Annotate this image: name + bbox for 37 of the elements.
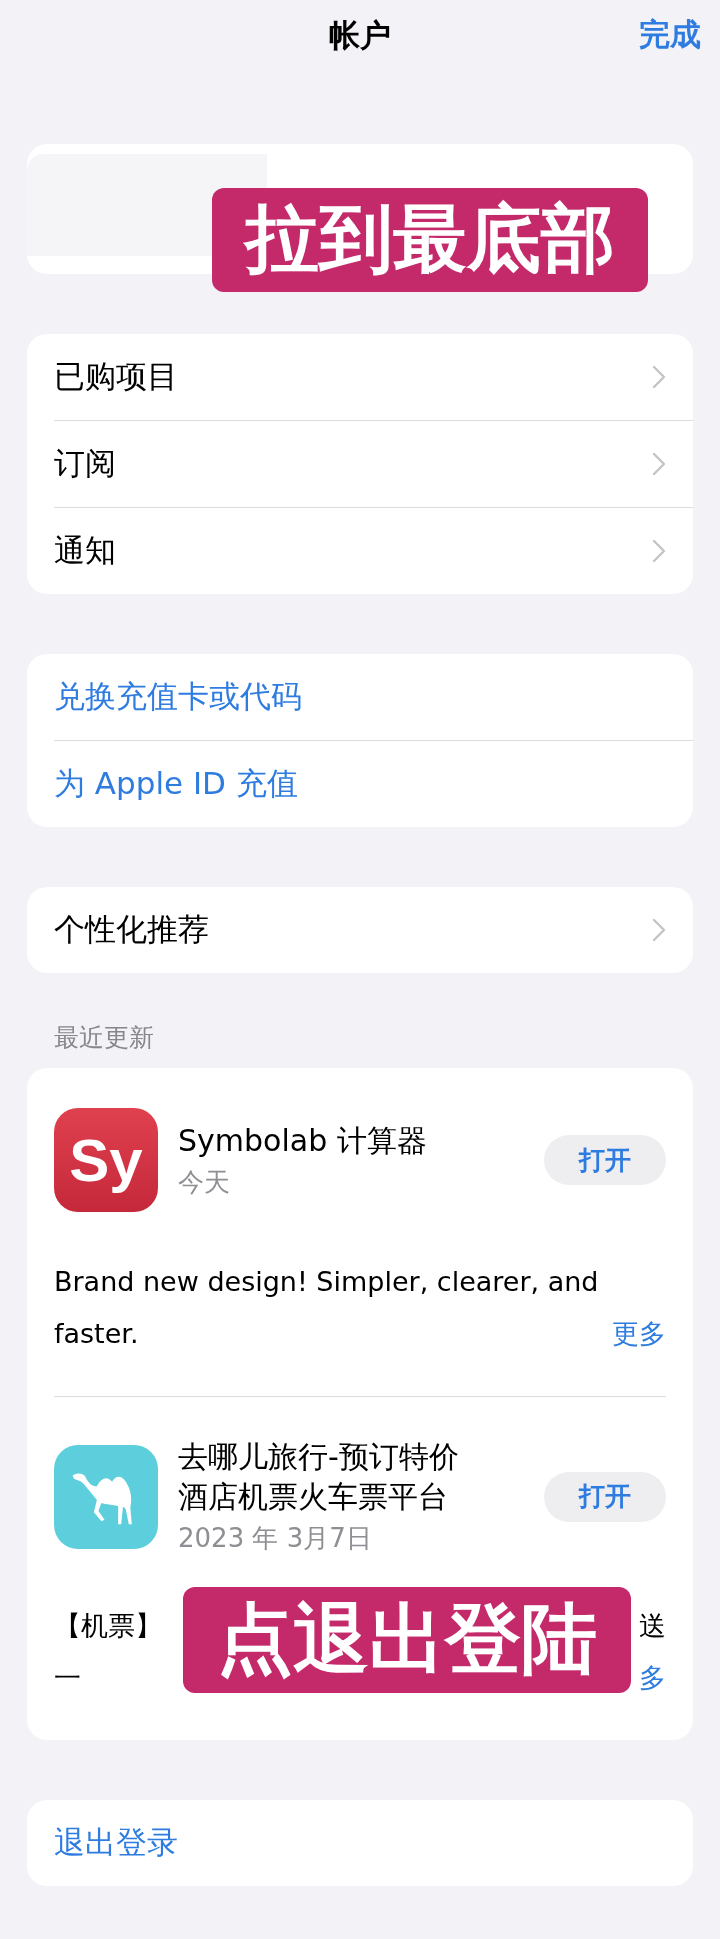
release-notes: 送 <box>639 1609 666 1643</box>
done-button[interactable]: 完成 <box>639 14 701 56</box>
row-label: 个性化推荐 <box>54 910 209 949</box>
app-icon[interactable]: Sy <box>54 1108 158 1212</box>
release-notes: faster. <box>54 1317 139 1351</box>
release-notes: 【机票】 <box>54 1609 162 1643</box>
open-button[interactable]: 打开 <box>544 1135 666 1185</box>
chevron-icon <box>652 918 666 942</box>
screen-title: 帐户 <box>329 16 391 55</box>
annotation-label: 点退出登陆 <box>183 1587 631 1693</box>
menu-row[interactable]: 个性化推荐 <box>54 887 693 973</box>
menu-row[interactable]: 已购项目 <box>54 334 693 421</box>
row-label: 为 Apple ID 充值 <box>54 764 298 803</box>
chevron-icon <box>652 539 666 563</box>
app-name: 去哪儿旅行-预订特价 酒店机票火车票平台 <box>178 1438 460 1516</box>
row-label: 已购项目 <box>54 357 178 396</box>
annotation-label: 拉到最底部 <box>212 188 648 292</box>
menu-row[interactable]: 为 Apple ID 充值 <box>54 741 693 827</box>
menu-row[interactable]: 订阅 <box>54 421 693 508</box>
sign-out-button[interactable]: 退出登录 <box>54 1800 693 1886</box>
update-date: 2023 年 3月7日 <box>178 1522 373 1555</box>
app-icon[interactable] <box>54 1444 158 1549</box>
row-label: 通知 <box>54 531 116 570</box>
release-notes: 一 <box>54 1661 81 1695</box>
chevron-icon <box>652 452 666 476</box>
app-name: Symbolab 计算器 <box>178 1121 428 1160</box>
chevron-icon <box>652 365 666 389</box>
release-notes: Brand new design! Simpler, clearer, and <box>54 1265 599 1299</box>
section-header: 最近更新 <box>54 1022 155 1054</box>
more-link[interactable]: 多 <box>639 1652 666 1704</box>
update-date: 今天 <box>178 1165 231 1199</box>
menu-row[interactable]: 兑换充值卡或代码 <box>54 654 693 741</box>
more-link[interactable]: 更多 <box>612 1308 666 1360</box>
open-button[interactable]: 打开 <box>544 1471 666 1522</box>
menu-row[interactable]: 通知 <box>54 508 693 594</box>
row-label: 兑换充值卡或代码 <box>54 677 302 716</box>
row-label: 订阅 <box>54 444 116 483</box>
